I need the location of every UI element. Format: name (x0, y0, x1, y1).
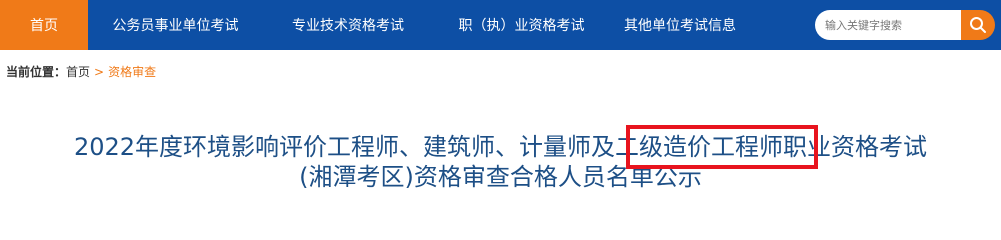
nav-item-civil-service-exams[interactable]: 公务员事业单位考试 (88, 0, 263, 50)
nav-item-technical-qualification-exams[interactable]: 专业技术资格考试 (263, 0, 433, 50)
breadcrumb-separator: > (94, 65, 105, 79)
search-icon (970, 17, 986, 33)
article-title: 2022年度环境影响评价工程师、建筑师、计量师及二级造价工程师职业资格考试 (湘… (0, 132, 1001, 192)
top-navigation-bar: 首页 公务员事业单位考试 专业技术资格考试 职（执）业资格考试 其他单位考试信息 (0, 0, 1001, 50)
nav-item-other-exam-info[interactable]: 其他单位考试信息 (610, 0, 750, 50)
search-button[interactable] (961, 10, 995, 40)
breadcrumb-label: 当前位置： (6, 65, 67, 79)
search-input[interactable] (815, 10, 961, 40)
page: 首页 公务员事业单位考试 专业技术资格考试 职（执）业资格考试 其他单位考试信息… (0, 0, 1001, 212)
nav-item-professional-qualification-exams[interactable]: 职（执）业资格考试 (433, 0, 610, 50)
nav-item-home[interactable]: 首页 (0, 0, 88, 50)
breadcrumb: 当前位置：首页 > 资格审查 (6, 63, 156, 80)
article-title-line-2: (湘潭考区)资格审查合格人员名单公示 (299, 163, 702, 191)
breadcrumb-home-link[interactable]: 首页 (66, 65, 90, 79)
search-box (815, 10, 1001, 40)
article-title-line-1: 2022年度环境影响评价工程师、建筑师、计量师及二级造价工程师职业资格考试 (73, 133, 928, 161)
breadcrumb-current-link[interactable]: 资格审查 (108, 65, 156, 79)
